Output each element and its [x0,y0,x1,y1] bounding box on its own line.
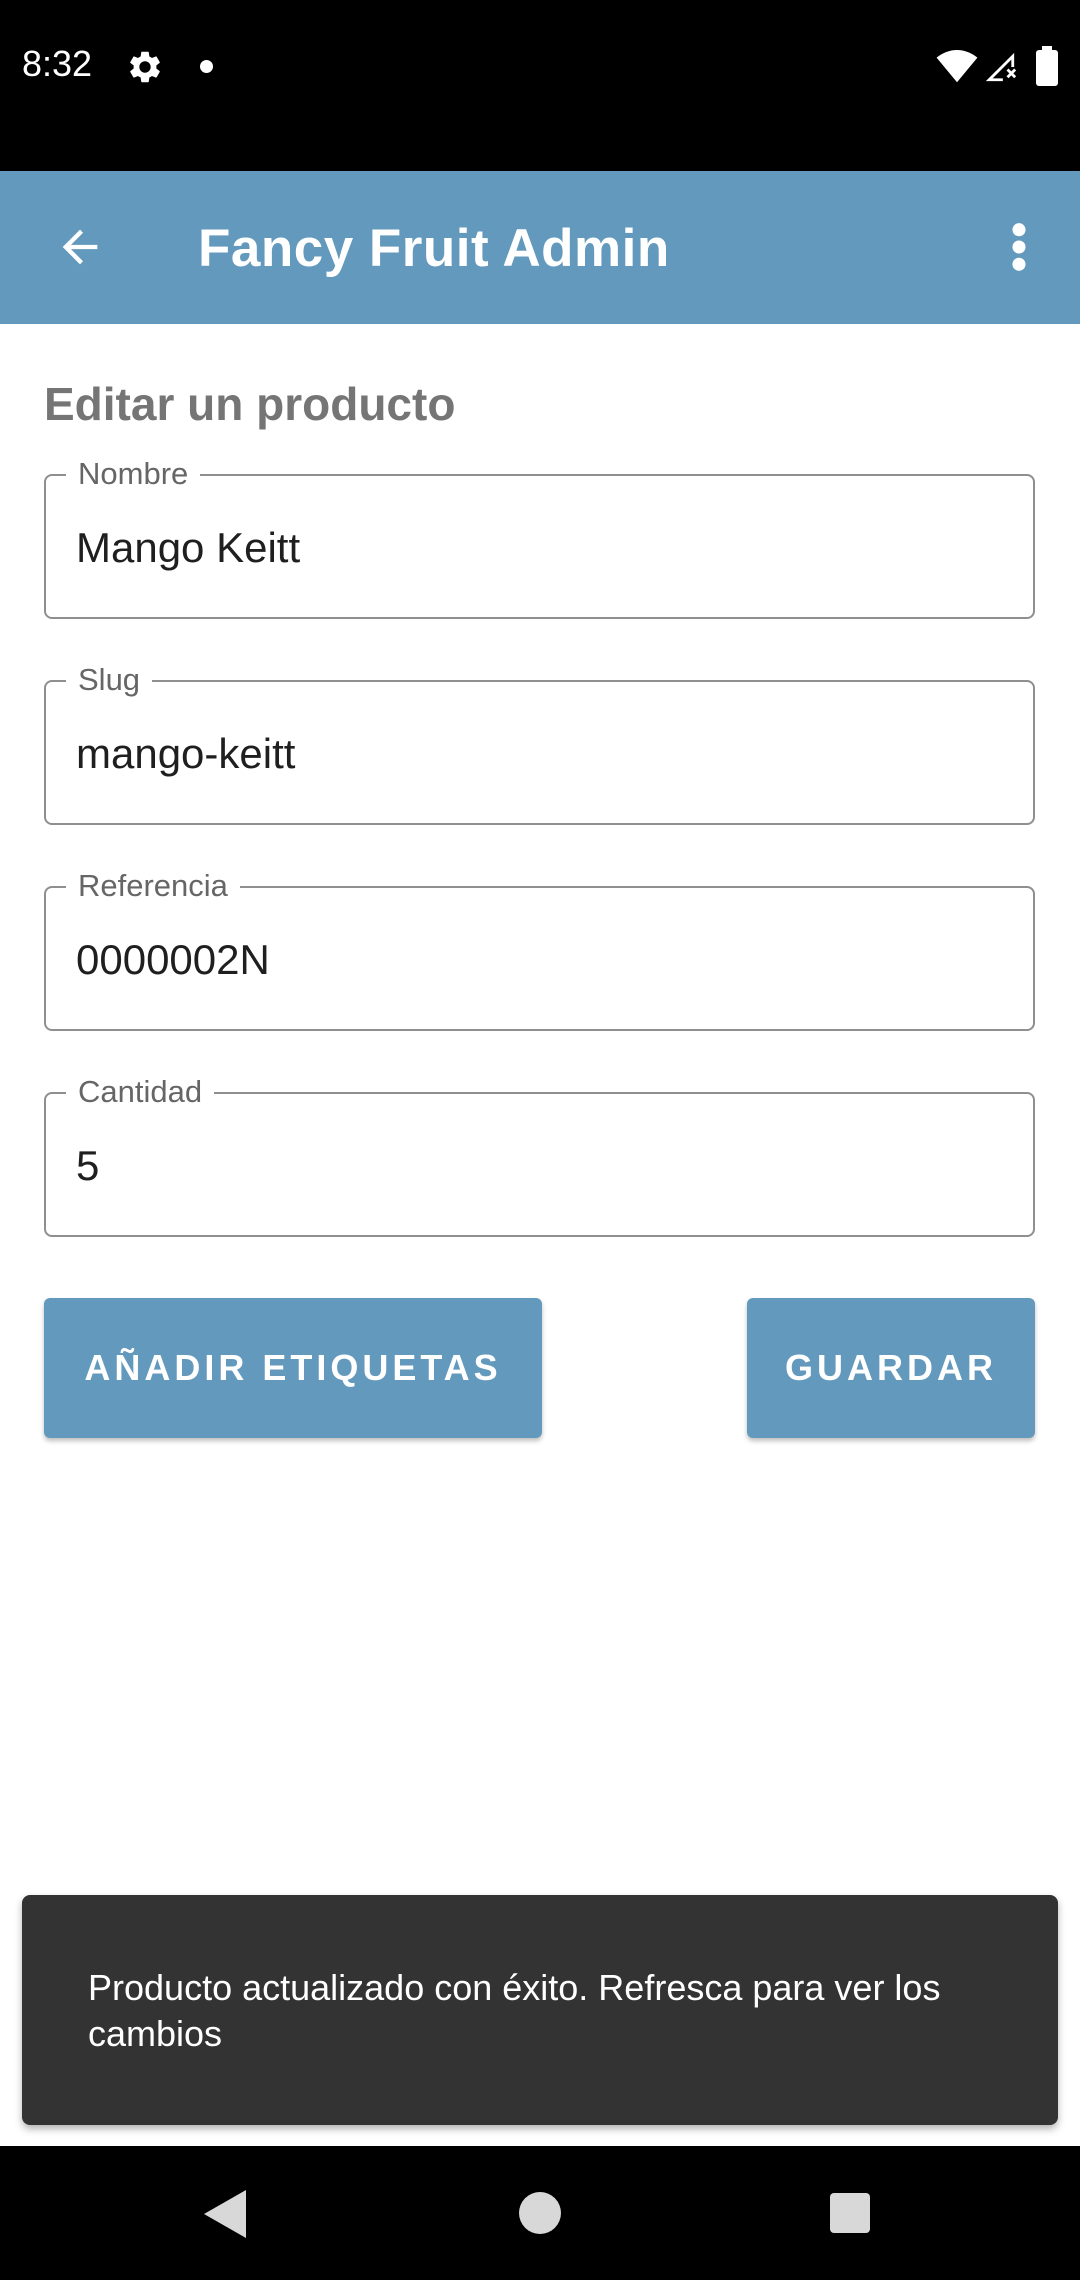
slug-input[interactable] [76,726,996,782]
reference-field[interactable]: Referencia [44,866,1035,1031]
page-title: Editar un producto [44,378,456,430]
app-title: Fancy Fruit Admin [198,219,670,278]
snackbar: Producto actualizado con éxito. Refresca… [22,1895,1058,2125]
quantity-field-label: Cantidad [66,1072,215,1112]
reference-input[interactable] [76,932,996,988]
name-field[interactable]: Nombre [44,454,1035,619]
reference-field-label: Referencia [66,866,240,906]
name-input[interactable] [76,520,996,576]
nav-recents-icon[interactable] [830,2193,870,2233]
signal-icon [985,52,1017,82]
overflow-menu-button[interactable] [998,207,1040,287]
save-button[interactable]: GUARDAR [747,1298,1035,1438]
gear-icon [130,51,160,83]
quantity-input[interactable] [76,1138,996,1194]
quantity-field[interactable]: Cantidad [44,1072,1035,1237]
add-tags-button[interactable]: AÑADIR ETIQUETAS [44,1298,542,1438]
nav-home-icon[interactable] [519,2192,561,2234]
more-vert-icon [1012,223,1026,271]
slug-field-label: Slug [66,660,153,700]
battery-icon [1036,46,1058,86]
navigation-bar [0,2146,1080,2280]
notification-dot-icon [200,60,213,73]
status-bar: 8:32 [0,0,1080,171]
app-bar: Fancy Fruit Admin [0,171,1080,324]
wifi-icon [936,50,978,83]
back-arrow-icon [62,229,98,265]
status-time: 8:32 [22,43,93,84]
slug-field[interactable]: Slug [44,660,1035,825]
name-field-label: Nombre [66,454,201,494]
snackbar-message: Producto actualizado con éxito. Refresca… [88,1967,941,2054]
back-button[interactable] [40,207,120,287]
nav-back-icon[interactable] [204,2190,248,2238]
